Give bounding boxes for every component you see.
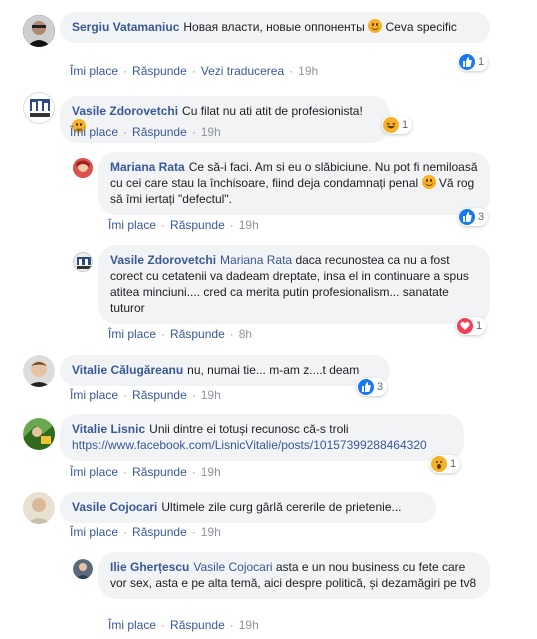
author-name[interactable]: Mariana Rata <box>110 160 185 174</box>
like-icon <box>459 54 475 70</box>
avatar[interactable] <box>73 158 93 178</box>
reply-button[interactable]: Răspunde <box>132 525 187 539</box>
smile-emoji-icon <box>368 19 383 33</box>
reaction-badge[interactable]: 1 <box>458 53 489 71</box>
timestamp[interactable]: 19h <box>201 525 221 539</box>
post-link[interactable]: https://www.facebook.com/LisnicVitalie/p… <box>72 438 427 452</box>
reply-button[interactable]: Răspunde <box>170 618 225 632</box>
reaction-count: 1 <box>402 119 409 131</box>
comment-bubble: Sergiu Vatamaniuc Новая власти, новые опп… <box>60 12 490 43</box>
author-name[interactable]: Vasile Zdorovetchi <box>110 253 216 267</box>
reaction-count: 1 <box>450 458 457 470</box>
author-name[interactable]: Ilie Gherțescu <box>110 560 189 574</box>
like-button[interactable]: Îmi place <box>70 525 118 539</box>
comment-actions: Îmi place · Răspunde · 8h <box>108 327 253 341</box>
avatar[interactable] <box>23 418 55 450</box>
avatar[interactable] <box>23 15 55 47</box>
reply-button[interactable]: Răspunde <box>132 388 187 402</box>
reply-button[interactable]: Răspunde <box>132 465 187 479</box>
like-button[interactable]: Îmi place <box>70 388 118 402</box>
reply-button[interactable]: Răspunde <box>132 125 187 139</box>
comment-bubble: Vasile Zdorovetchi Mariana Rata daca recu… <box>98 245 490 324</box>
timestamp[interactable]: 19h <box>201 388 221 402</box>
like-button[interactable]: Îmi place <box>70 64 118 78</box>
timestamp[interactable]: 19h <box>239 618 259 632</box>
comment-actions: Îmi place · Răspunde · 19h <box>70 125 221 139</box>
laugh-icon <box>383 117 399 133</box>
avatar[interactable] <box>23 492 55 524</box>
author-name[interactable]: Vasile Zdorovetchi <box>72 104 178 118</box>
mention-link[interactable]: Mariana Rata <box>220 253 292 267</box>
comment-text: Ultimele zile curg gârlă cererile de pri… <box>161 500 402 514</box>
reaction-badge[interactable]: 1 <box>430 455 461 473</box>
mention-link[interactable]: Vasile Cojocari <box>193 560 272 574</box>
reaction-badge[interactable]: 1 <box>382 116 413 134</box>
comment-bubble: Vasile Cojocari Ultimele zile curg gârlă … <box>60 492 436 523</box>
comment-actions: Îmi place · Răspunde · 19h <box>108 218 259 232</box>
author-name[interactable]: Vitalie Călugăreanu <box>72 363 183 377</box>
reaction-count: 3 <box>478 211 485 223</box>
comment-text: nu, numai tie... m-am z....t deam <box>187 363 360 377</box>
avatar[interactable] <box>73 559 93 579</box>
comment-text: Новая власти, новые оппоненты <box>183 20 365 34</box>
heart-icon <box>457 318 473 334</box>
author-name[interactable]: Vitalie Lisnic <box>72 422 145 436</box>
like-button[interactable]: Îmi place <box>108 327 156 341</box>
comment-bubble: Vitalie Lisnic Unii dintre ei totuși recu… <box>60 414 464 461</box>
reaction-count: 1 <box>478 56 485 68</box>
like-button[interactable]: Îmi place <box>70 465 118 479</box>
timestamp[interactable]: 19h <box>298 64 318 78</box>
comment-actions: Îmi place · Răspunde · 19h <box>70 465 221 479</box>
reaction-badge[interactable]: 3 <box>357 378 388 396</box>
reaction-count: 3 <box>377 381 384 393</box>
comment-actions: Îmi place · Răspunde · 19h <box>108 618 259 632</box>
avatar[interactable] <box>23 92 55 124</box>
reply-button[interactable]: Răspunde <box>170 327 225 341</box>
timestamp[interactable]: 19h <box>201 125 221 139</box>
like-button[interactable]: Îmi place <box>108 618 156 632</box>
reaction-count: 1 <box>476 320 483 332</box>
like-icon <box>459 209 475 225</box>
comment-actions: Îmi place · Răspunde · 19h <box>70 388 221 402</box>
reaction-badge[interactable]: 3 <box>458 208 489 226</box>
author-name[interactable]: Vasile Cojocari <box>72 500 157 514</box>
timestamp[interactable]: 19h <box>239 218 259 232</box>
smile-emoji-icon <box>421 175 436 189</box>
timestamp[interactable]: 8h <box>239 327 252 341</box>
reply-button[interactable]: Răspunde <box>132 64 187 78</box>
comment-bubble: Ilie Gherțescu Vasile Cojocari asta e un … <box>98 552 490 599</box>
comment-actions: Îmi place · Răspunde · 19h <box>70 525 221 539</box>
wow-icon <box>431 456 447 472</box>
reaction-badge[interactable]: 1 <box>456 317 487 335</box>
comment-actions: Îmi place · Răspunde · Vezi traducerea · 19h <box>70 64 319 78</box>
avatar[interactable] <box>73 252 93 272</box>
comment-text: Cu filat nu ati atit de profesionista! <box>182 104 363 118</box>
avatar[interactable] <box>23 355 55 387</box>
comment-bubble: Mariana Rata Ce să-i faci. Am si eu o slă… <box>98 152 490 215</box>
like-icon <box>358 379 374 395</box>
like-button[interactable]: Îmi place <box>70 125 118 139</box>
like-button[interactable]: Îmi place <box>108 218 156 232</box>
comment-bubble: Vitalie Călugăreanu nu, numai tie... m-am… <box>60 355 390 386</box>
timestamp[interactable]: 19h <box>201 465 221 479</box>
comment-text: Unii dintre ei totuși recunosc că-s trol… <box>149 422 349 436</box>
reply-button[interactable]: Răspunde <box>170 218 225 232</box>
author-name[interactable]: Sergiu Vatamaniuc <box>72 20 179 34</box>
comment-text-continued: Ceva specific <box>385 20 457 34</box>
translate-link[interactable]: Vezi traducerea <box>201 64 284 78</box>
